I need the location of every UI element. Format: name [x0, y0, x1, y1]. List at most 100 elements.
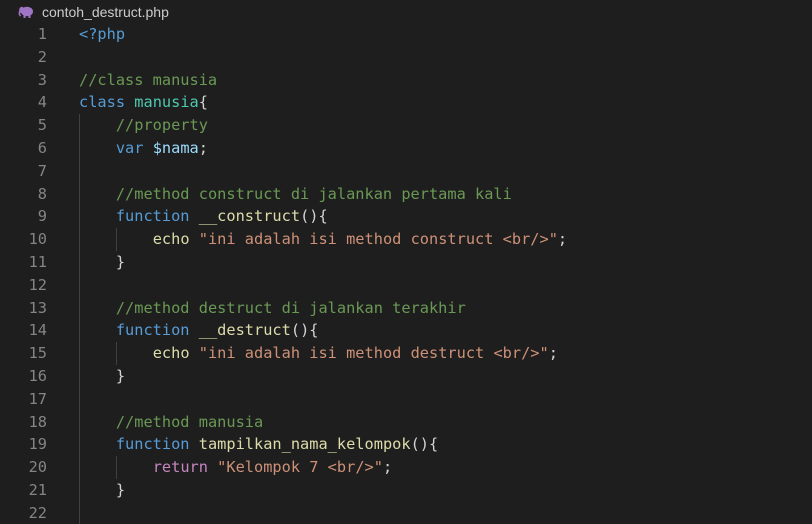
- php-elephant-icon: [18, 5, 34, 19]
- code-line[interactable]: 8 //method construct di jalankan pertama…: [0, 182, 812, 206]
- line-content: //method destruct di jalankan terakhir: [79, 297, 466, 320]
- code-line[interactable]: 10 echo "ini adalah isi method construct…: [0, 228, 812, 251]
- code-token: "ini adalah isi method destruct <br/>": [198, 344, 549, 363]
- line-number: 2: [37, 47, 47, 66]
- line-number: 11: [28, 252, 47, 271]
- code-token: __construct: [198, 207, 301, 226]
- code-line[interactable]: 20 return "Kelompok 7 <br/>";: [0, 456, 812, 479]
- indent-guide: [79, 387, 80, 411]
- line-content: class manusia{: [79, 91, 208, 114]
- code-line[interactable]: 17: [0, 387, 812, 411]
- line-content: function __construct(){: [79, 205, 328, 228]
- code-token: class: [79, 93, 126, 112]
- indent-guide: [79, 159, 80, 183]
- line-number: 10: [28, 230, 47, 249]
- code-token: }: [115, 366, 126, 385]
- line-number: 12: [28, 275, 47, 294]
- code-line[interactable]: 18 //method manusia: [0, 410, 812, 434]
- line-number: 15: [28, 344, 47, 363]
- line-content: }: [79, 251, 125, 274]
- line-number: 1: [37, 25, 47, 43]
- code-line[interactable]: 22: [0, 501, 812, 524]
- code-line[interactable]: 13 //method destruct di jalankan terakhi…: [0, 296, 812, 320]
- code-line[interactable]: 15 echo "ini adalah isi method destruct …: [0, 342, 812, 365]
- code-token: ;: [198, 138, 208, 157]
- code-token: ;: [557, 230, 568, 249]
- code-token: $nama: [152, 138, 199, 157]
- line-content: return "Kelompok 7 <br/>";: [79, 456, 392, 479]
- code-token: var: [115, 138, 144, 157]
- code-token: (){: [290, 321, 319, 340]
- code-token: manusia: [134, 93, 199, 112]
- code-token: "ini adalah isi method construct <br/>": [198, 230, 558, 249]
- line-number: 13: [28, 298, 47, 317]
- code-line[interactable]: 14 function __destruct(){: [0, 319, 812, 343]
- line-content: <?php: [79, 23, 125, 46]
- code-token: tampilkan_nama_kelompok: [198, 435, 411, 454]
- code-token: function: [115, 321, 190, 340]
- code-line[interactable]: 3 //class manusia: [0, 69, 812, 92]
- breadcrumb[interactable]: contoh_destruct.php: [18, 2, 169, 22]
- code-line[interactable]: 7: [0, 159, 812, 183]
- line-number: 6: [37, 138, 47, 157]
- code-line[interactable]: 16 }: [0, 364, 812, 388]
- code-line[interactable]: 6 var $nama;: [0, 136, 812, 160]
- indent-guide: [79, 501, 80, 524]
- code-line[interactable]: 9 function __construct(){: [0, 205, 812, 229]
- line-number: 17: [28, 389, 47, 408]
- line-number: 7: [37, 161, 47, 180]
- code-line[interactable]: 5 //property: [0, 114, 812, 137]
- code-line[interactable]: 4 class manusia{: [0, 91, 812, 114]
- line-number: 19: [28, 435, 47, 454]
- code-area[interactable]: 1 <?php 2 3 //class manusia 4 class manusia{5 …: [0, 23, 812, 524]
- code-token: <?php: [79, 25, 126, 43]
- code-line[interactable]: 21 }: [0, 478, 812, 502]
- code-token: {: [198, 93, 208, 112]
- indent-guide: [79, 273, 80, 297]
- line-number: 18: [28, 412, 47, 431]
- code-token: //method manusia: [115, 412, 264, 431]
- line-number: 5: [37, 116, 47, 135]
- line-content: //property: [79, 114, 208, 137]
- code-token: echo: [152, 344, 190, 363]
- code-token: return: [152, 458, 208, 477]
- code-line[interactable]: 11 }: [0, 250, 812, 274]
- line-content: function __destruct(){: [79, 319, 319, 342]
- line-content: echo "ini adalah isi method construct <b…: [79, 228, 567, 251]
- code-token: }: [115, 480, 126, 499]
- line-content: function tampilkan_nama_kelompok(){: [79, 433, 438, 456]
- line-number: 22: [28, 503, 47, 522]
- file-name[interactable]: contoh_destruct.php: [42, 4, 169, 20]
- code-token: }: [115, 252, 126, 271]
- line-number: 14: [28, 321, 47, 340]
- line-content: //class manusia: [79, 69, 217, 92]
- line-number: 8: [37, 184, 47, 203]
- code-line[interactable]: 12: [0, 273, 812, 297]
- code-line[interactable]: 1 <?php: [0, 23, 812, 46]
- code-line[interactable]: 2: [0, 46, 812, 69]
- code-token: (){: [410, 435, 439, 454]
- line-content: var $nama;: [79, 137, 208, 160]
- line-content: //method manusia: [79, 411, 263, 434]
- code-editor[interactable]: contoh_destruct.php 1 <?php 2 3 //class manu…: [0, 0, 812, 524]
- code-line[interactable]: 19 function tampilkan_nama_kelompok(){: [0, 433, 812, 457]
- code-token: __destruct: [198, 321, 291, 340]
- code-token: "Kelompok 7 <br/>": [217, 458, 383, 477]
- line-content: echo "ini adalah isi method destruct <br…: [79, 342, 558, 365]
- line-number: 20: [28, 458, 47, 477]
- line-number: 9: [37, 207, 47, 226]
